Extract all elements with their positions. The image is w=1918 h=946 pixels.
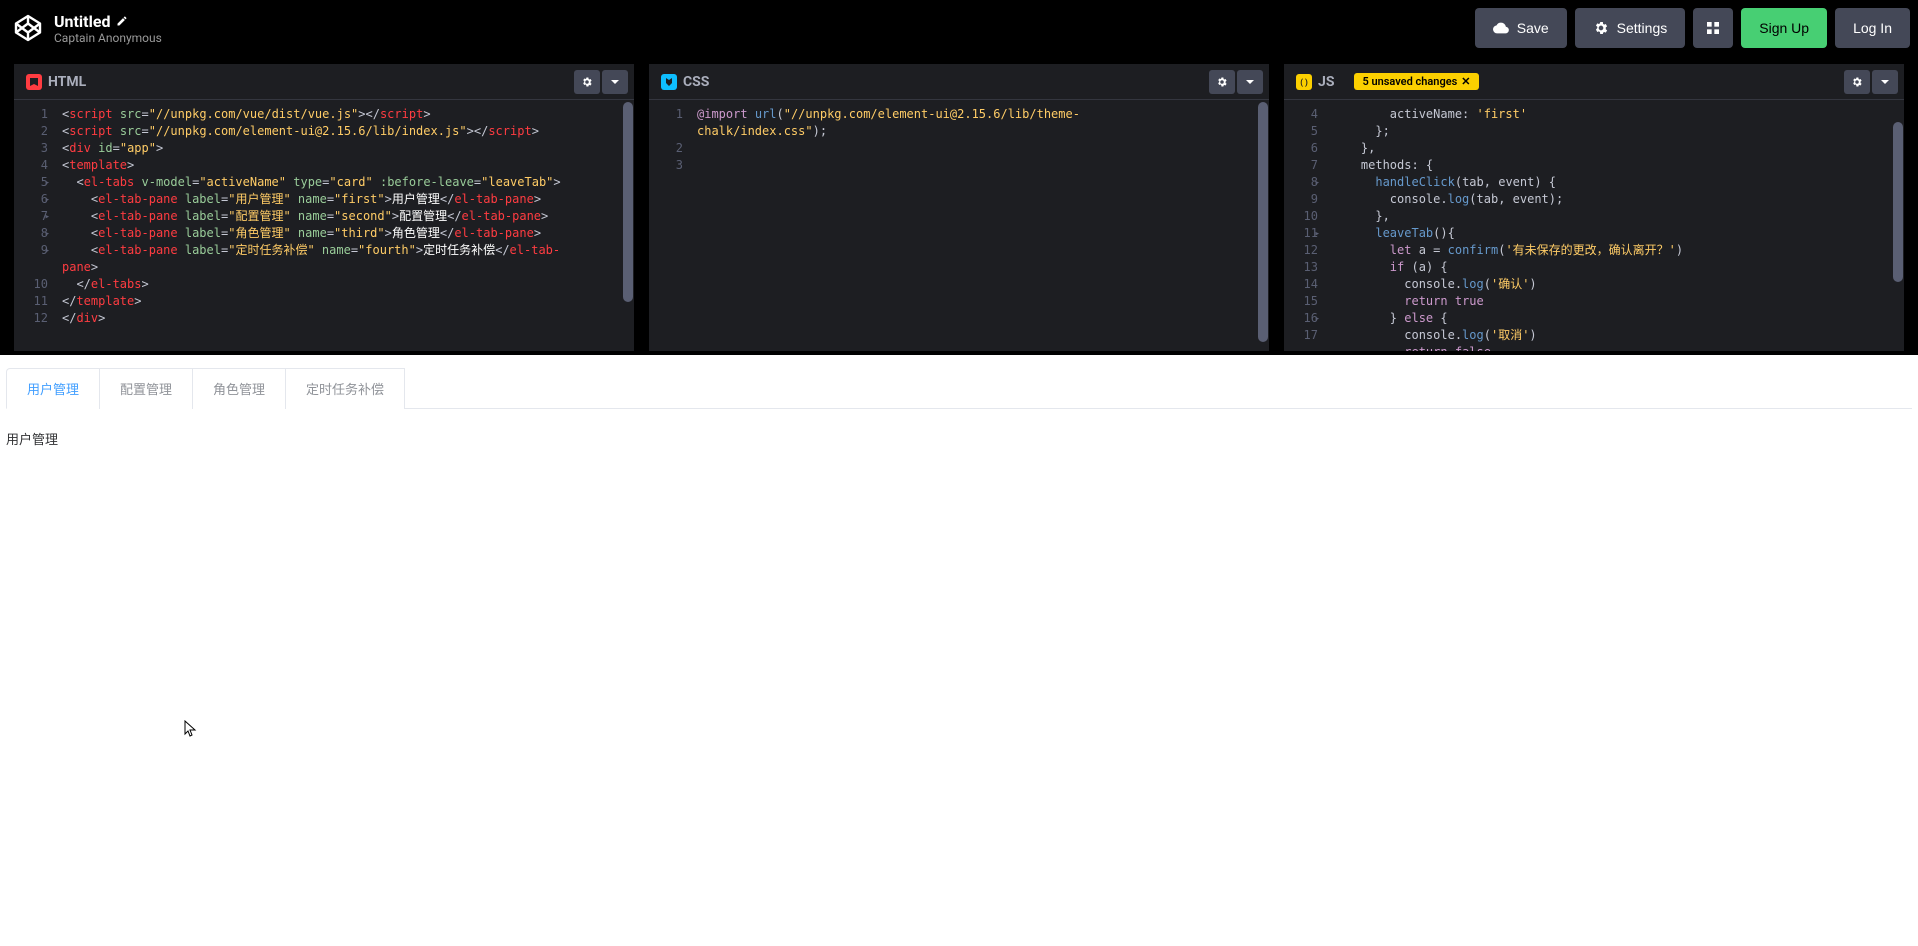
- layout-icon: [1705, 20, 1721, 36]
- js-dropdown-button[interactable]: [1872, 70, 1898, 94]
- editors-row: HTML 12345▸6▸7▸8▸9▸101112 <script src="/…: [0, 56, 1918, 351]
- html-panel-header: HTML: [14, 64, 634, 100]
- gear-icon: [1851, 76, 1863, 88]
- unsaved-changes-badge: 5 unsaved changes ✕: [1354, 73, 1478, 90]
- close-unsaved-icon[interactable]: ✕: [1461, 75, 1470, 88]
- header-buttons: Save Settings Sign Up Log In: [1475, 8, 1910, 48]
- save-button[interactable]: Save: [1475, 8, 1567, 48]
- preview-tab-3[interactable]: 定时任务补偿: [285, 368, 405, 409]
- html-dropdown-button[interactable]: [602, 70, 628, 94]
- css-panel-tab[interactable]: CSS: [649, 68, 721, 96]
- html-icon: [26, 74, 42, 90]
- css-panel-header: CSS: [649, 64, 1269, 100]
- gear-icon: [1593, 20, 1609, 36]
- pen-title[interactable]: Untitled: [54, 12, 110, 31]
- js-panel: ( ) JS 5 unsaved changes ✕ 45678▸91011▸1…: [1284, 64, 1904, 351]
- header: Untitled Captain Anonymous Save Settings…: [0, 0, 1918, 56]
- js-panel-header: ( ) JS 5 unsaved changes ✕: [1284, 64, 1904, 100]
- css-editor[interactable]: 123 @import url("//unpkg.com/element-ui@…: [649, 100, 1269, 351]
- preview-tab-1[interactable]: 配置管理: [99, 368, 193, 409]
- el-tabs: 用户管理配置管理角色管理定时任务补偿 用户管理: [0, 355, 1918, 448]
- js-panel-tab[interactable]: ( ) JS: [1284, 68, 1346, 96]
- chevron-down-icon: [1245, 77, 1255, 87]
- chevron-down-icon: [610, 77, 620, 87]
- js-scrollbar[interactable]: [1893, 102, 1903, 349]
- svg-text:( ): ( ): [1300, 78, 1308, 87]
- css-icon: [661, 74, 677, 90]
- html-scrollbar[interactable]: [623, 102, 633, 349]
- html-editor[interactable]: 12345▸6▸7▸8▸9▸101112 <script src="//unpk…: [14, 100, 634, 351]
- html-panel: HTML 12345▸6▸7▸8▸9▸101112 <script src="/…: [14, 64, 634, 351]
- js-editor[interactable]: 45678▸91011▸1213141516▸17 activeName: 'f…: [1284, 100, 1904, 351]
- chevron-down-icon: [1880, 77, 1890, 87]
- gear-icon: [1216, 76, 1228, 88]
- layout-button[interactable]: [1693, 8, 1733, 48]
- login-button[interactable]: Log In: [1835, 8, 1910, 48]
- preview-pane: 用户管理配置管理角色管理定时任务补偿 用户管理: [0, 355, 1918, 946]
- css-dropdown-button[interactable]: [1237, 70, 1263, 94]
- preview-tab-2[interactable]: 角色管理: [192, 368, 286, 409]
- settings-button[interactable]: Settings: [1575, 8, 1686, 48]
- html-settings-button[interactable]: [574, 70, 600, 94]
- gear-icon: [581, 76, 593, 88]
- css-scrollbar[interactable]: [1258, 102, 1268, 349]
- js-settings-button[interactable]: [1844, 70, 1870, 94]
- preview-tab-0[interactable]: 用户管理: [6, 368, 100, 409]
- edit-title-icon[interactable]: [116, 15, 128, 27]
- pen-author[interactable]: Captain Anonymous: [54, 31, 1475, 45]
- signup-button[interactable]: Sign Up: [1741, 8, 1827, 48]
- css-panel: CSS 123 @import url("//unpkg.com/element…: [649, 64, 1269, 351]
- mouse-cursor-icon: [184, 720, 198, 738]
- tab-content: 用户管理: [6, 409, 1912, 448]
- el-tabs-nav: 用户管理配置管理角色管理定时任务补偿: [6, 367, 1912, 409]
- cloud-icon: [1493, 20, 1509, 36]
- title-area: Untitled Captain Anonymous: [54, 12, 1475, 45]
- css-settings-button[interactable]: [1209, 70, 1235, 94]
- js-icon: ( ): [1296, 74, 1312, 90]
- codepen-logo-icon[interactable]: [12, 12, 44, 44]
- html-panel-tab[interactable]: HTML: [14, 68, 98, 96]
